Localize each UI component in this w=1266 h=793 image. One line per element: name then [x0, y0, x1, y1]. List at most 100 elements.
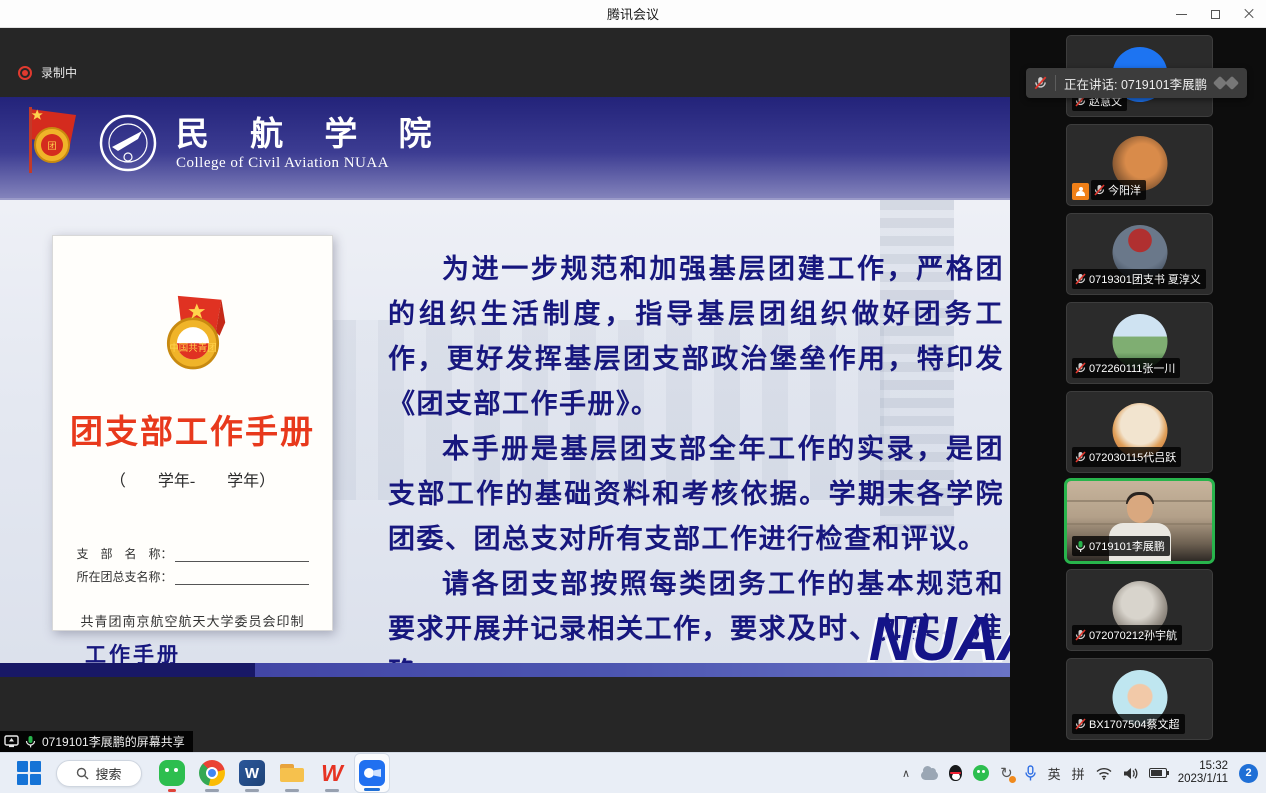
taskbar-app-chrome[interactable]	[194, 753, 230, 793]
general-branch-label: 所在团总支名称：	[77, 568, 173, 585]
volume-icon[interactable]	[1123, 767, 1138, 780]
youth-league-flag-icon: 团	[24, 105, 80, 181]
wechat-tray-icon[interactable]	[973, 765, 989, 781]
muted-mic-icon	[1094, 184, 1105, 197]
handbook-publisher: 共青团南京航空航天大学委员会印制	[80, 611, 304, 630]
svg-text:中国共青团: 中国共青团	[169, 342, 216, 354]
participant-name-label: BX1707504蔡文超	[1072, 714, 1185, 734]
participant-tile[interactable]: 今阳洋	[1066, 124, 1213, 206]
screen: 腾讯会议 录制中	[0, 0, 1266, 793]
notification-badge[interactable]: 2	[1239, 764, 1258, 783]
participant-tile[interactable]: 072030115代吕跃	[1066, 391, 1213, 473]
nuaa-logo-icon	[98, 113, 158, 173]
maximize-icon	[1211, 10, 1220, 19]
sync-tray-icon[interactable]: ↻	[1000, 766, 1013, 781]
muted-mic-icon	[1075, 451, 1086, 464]
start-button[interactable]	[16, 760, 42, 786]
svg-text:团: 团	[47, 141, 56, 151]
recording-indicator: 录制中	[18, 64, 77, 81]
minimize-button[interactable]	[1164, 0, 1198, 28]
tray-date: 2023/1/11	[1178, 773, 1228, 786]
participant-name-label: 072260111张一川	[1072, 358, 1180, 378]
window-titlebar: 腾讯会议	[0, 0, 1266, 28]
shared-screen-stage: 录制中 团	[0, 28, 1010, 752]
search-label: 搜索	[95, 764, 121, 783]
microphone-tray-icon[interactable]	[1024, 765, 1037, 782]
screen-share-icon	[4, 735, 19, 748]
qq-tray-icon[interactable]	[949, 765, 962, 781]
participant-name-label: 今阳洋	[1091, 180, 1146, 200]
meeting-logo-watermark-icon	[1215, 78, 1237, 88]
muted-mic-icon	[1075, 718, 1086, 731]
taskbar-app-word[interactable]: W	[234, 753, 270, 793]
taskbar-app-meeting[interactable]	[354, 753, 390, 793]
participant-name-label: 072030115代吕跃	[1072, 447, 1181, 467]
tencent-meeting-icon	[359, 760, 385, 786]
handbook-title: 团支部工作手册	[70, 405, 315, 453]
speaking-tooltip: 正在讲话: 0719101李展鹏	[1026, 68, 1247, 98]
slide-paragraph-2: 本手册是基层团支部全年工作的实录，是团支部工作的基础资料和考核依据。学期末各学院…	[388, 427, 1004, 562]
participant-name-label: 0719301团支书 夏淳义	[1072, 269, 1206, 289]
tooltip-divider	[1055, 75, 1056, 91]
wps-icon: W	[319, 760, 345, 786]
slide-paragraph-1: 为进一步规范和加强基层团建工作，严格团的组织生活制度，指导基层团组织做好团务工作…	[388, 247, 1004, 427]
participant-tile[interactable]: BX1707504蔡文超	[1066, 658, 1213, 740]
muted-mic-icon	[1075, 362, 1086, 375]
screen-share-statusbar: 0719101李展鹏的屏幕共享	[0, 731, 193, 752]
participant-tile[interactable]: 0719301团支书 夏淳义	[1066, 213, 1213, 295]
speaking-tooltip-text: 正在讲话: 0719101李展鹏	[1064, 74, 1207, 93]
active-mic-icon	[1075, 540, 1086, 553]
recording-dot-icon	[18, 66, 32, 80]
word-icon: W	[239, 760, 265, 786]
system-tray: ∧ ↻ 英 拼	[902, 753, 1258, 793]
active-mic-icon	[25, 735, 36, 749]
search-icon	[76, 767, 89, 780]
recording-label: 录制中	[41, 64, 77, 81]
handbook-fields: 支 部 名 称： 所在团总支名称：	[77, 539, 309, 585]
muted-mic-icon	[1034, 76, 1047, 91]
tray-clock[interactable]: 15:32 2023/1/11	[1178, 760, 1228, 786]
college-name-en: College of Civil Aviation NUAA	[176, 155, 448, 172]
taskbar-apps: W W	[154, 753, 390, 793]
minimize-icon	[1176, 14, 1187, 15]
taskbar-app-wps[interactable]: W	[314, 753, 350, 793]
branch-name-blank-line	[175, 550, 309, 562]
taskbar-search[interactable]: 搜索	[56, 760, 142, 787]
slide-header-band: 团 民 航 学 院 College of Civil Aviation NUAA	[0, 97, 1010, 200]
video-person-head	[1127, 495, 1153, 523]
college-name-cn: 民 航 学 院	[176, 115, 448, 153]
windows-taskbar: 搜索 W W ∧	[0, 752, 1266, 793]
ime-pinyin-indicator[interactable]: 拼	[1072, 764, 1085, 783]
tray-expand-chevron-icon[interactable]: ∧	[902, 767, 910, 780]
participant-tile[interactable]: 072260111张一川	[1066, 302, 1213, 384]
presentation-slide: 团 民 航 学 院 College of Civil Aviation NUAA	[0, 97, 1010, 677]
person-icon	[1076, 187, 1085, 197]
taskbar-app-explorer[interactable]	[274, 753, 310, 793]
close-button[interactable]	[1232, 0, 1266, 28]
taskbar-app-wechat[interactable]	[154, 753, 190, 793]
battery-icon[interactable]	[1149, 768, 1167, 778]
meeting-window: 录制中 团	[0, 28, 1266, 752]
youth-league-emblem-icon: 中国共青团	[157, 294, 229, 385]
window-title: 腾讯会议	[607, 4, 659, 23]
handbook-subtitle: （ 学年- 学年）	[110, 467, 275, 491]
handbook-cover: 中国共青团 团支部工作手册 （ 学年- 学年） 支 部 名 称： 所在团总支名称…	[52, 235, 333, 631]
slide-bottom-bar-progress	[0, 663, 255, 677]
close-icon	[1244, 9, 1254, 19]
participant-name-label: 0719101李展鹏	[1072, 536, 1170, 556]
wifi-icon[interactable]	[1096, 767, 1112, 780]
general-branch-blank-line	[175, 573, 309, 585]
tray-time: 15:32	[1178, 760, 1228, 773]
window-controls	[1164, 0, 1266, 28]
participant-tile[interactable]: 072070212孙宇航	[1066, 569, 1213, 651]
wechat-icon	[159, 760, 185, 786]
muted-mic-icon	[1075, 273, 1086, 286]
participants-panel[interactable]: 赵慧文 赵慧文	[1010, 28, 1266, 752]
cloud-tray-icon[interactable]	[921, 771, 938, 780]
host-badge	[1072, 183, 1089, 200]
maximize-button[interactable]	[1198, 0, 1232, 28]
participant-tile-speaking[interactable]: 0719101李展鹏	[1066, 480, 1213, 562]
ime-english-indicator[interactable]: 英	[1048, 764, 1061, 783]
folder-icon	[279, 760, 305, 786]
chrome-icon	[199, 760, 225, 786]
